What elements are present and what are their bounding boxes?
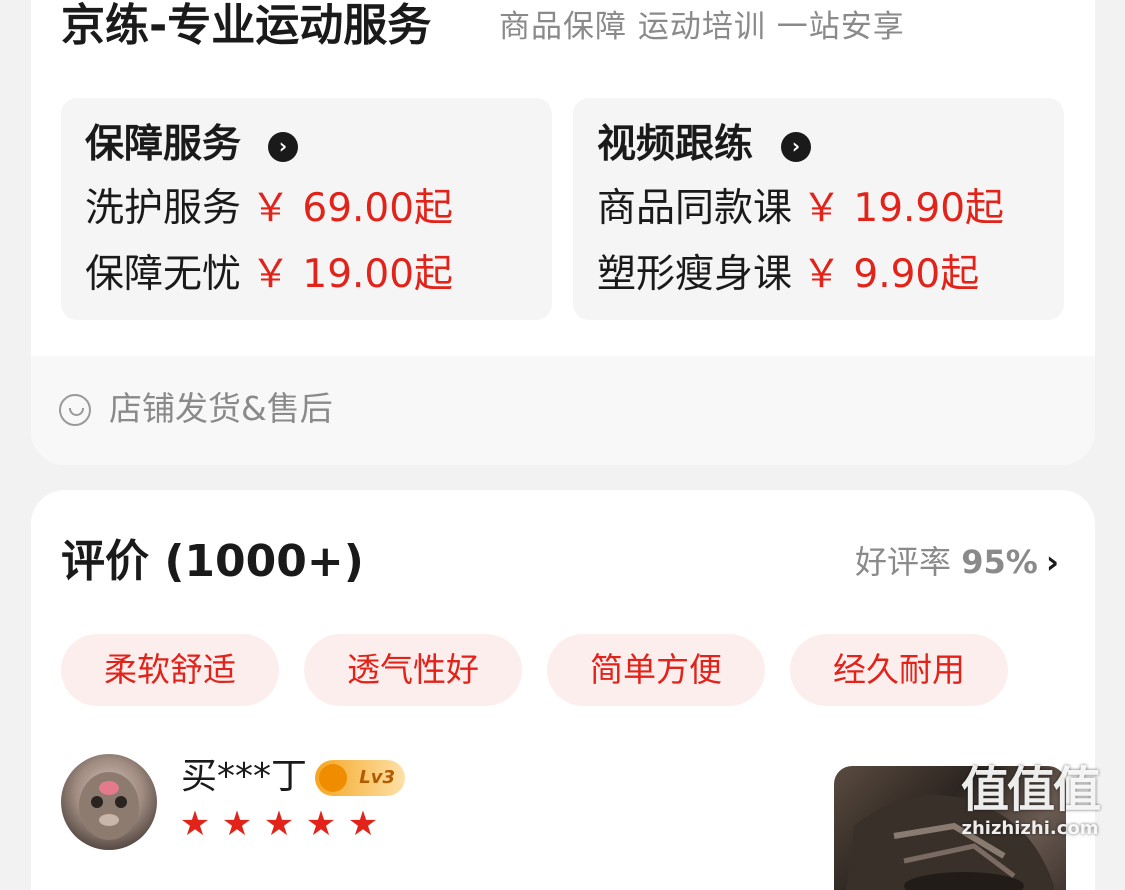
guarantee-title: 保障服务 — [85, 122, 242, 167]
star-icon: ★ — [347, 804, 379, 844]
site-watermark: 值值值 zhizhizhi.com — [940, 762, 1120, 850]
smile-icon — [59, 394, 91, 426]
video-item-price: ￥ 9.90起 — [802, 252, 980, 297]
store-shipping-note: 店铺发货&售后 — [109, 389, 333, 428]
guarantee-service-box[interactable]: 保障服务 › 洗护服务 ￥ 69.00起 保障无忧 ￥ 19.00起 — [61, 98, 552, 320]
star-icon: ★ — [179, 804, 211, 844]
positive-rate-label: 好评率 — [855, 543, 952, 581]
video-item-label: 塑形瘦身课 — [597, 252, 793, 297]
level-badge-label: Lv3 — [359, 767, 395, 788]
video-item[interactable]: 塑形瘦身课 ￥ 9.90起 — [597, 250, 979, 300]
level-badge: Lv3 — [315, 760, 405, 796]
store-shipping-strip[interactable]: 店铺发货&售后 — [31, 356, 1095, 465]
star-icon: ★ — [263, 804, 295, 844]
watermark-logo: 值值值 — [960, 762, 1101, 818]
service-title: 京练-专业运动服务 — [61, 0, 432, 51]
guarantee-item[interactable]: 洗护服务 ￥ 69.00起 — [85, 184, 453, 234]
service-card: 京练-专业运动服务 商品保障 运动培训 一站安享 保障服务 › 洗护服务 ￥ 69… — [31, 0, 1095, 465]
video-item-price: ￥ 19.90起 — [802, 186, 1005, 231]
reviewer-name: 买***丁 — [181, 756, 308, 797]
review-tag[interactable]: 柔软舒适 — [61, 634, 279, 706]
chevron-right-circle-icon[interactable]: › — [268, 132, 298, 162]
reviews-card: 评价 (1000+) 好评率 95% › 柔软舒适 透气性好 简单方便 经久耐用 … — [31, 490, 1095, 890]
guarantee-item-price: ￥ 19.00起 — [251, 252, 454, 297]
cowboy-hat-icon — [319, 764, 347, 792]
chevron-right-circle-icon[interactable]: › — [781, 132, 811, 162]
chevron-right-icon: › — [1045, 543, 1059, 581]
reviews-title: 评价 (1000+) — [61, 536, 364, 587]
video-title: 视频跟练 — [597, 122, 754, 167]
watermark-domain: zhizhizhi.com — [961, 818, 1099, 839]
review-tag[interactable]: 经久耐用 — [790, 634, 1008, 706]
star-icon: ★ — [305, 804, 337, 844]
guarantee-item[interactable]: 保障无忧 ￥ 19.00起 — [85, 250, 453, 300]
guarantee-item-label: 洗护服务 — [85, 186, 242, 231]
video-item-label: 商品同款课 — [597, 186, 793, 231]
avatar[interactable] — [61, 754, 157, 850]
video-item[interactable]: 商品同款课 ￥ 19.90起 — [597, 184, 1004, 234]
star-icon: ★ — [221, 804, 253, 844]
positive-rate-value: 95% — [961, 543, 1038, 581]
guarantee-item-label: 保障无忧 — [85, 252, 242, 297]
positive-rate-link[interactable]: 好评率 95% › — [855, 540, 1059, 584]
guarantee-item-price: ￥ 69.00起 — [251, 186, 454, 231]
video-training-box[interactable]: 视频跟练 › 商品同款课 ￥ 19.90起 塑形瘦身课 ￥ 9.90起 — [573, 98, 1064, 320]
review-tag[interactable]: 透气性好 — [304, 634, 522, 706]
service-subtitle: 商品保障 运动培训 一站安享 — [499, 9, 905, 45]
review-tag[interactable]: 简单方便 — [547, 634, 765, 706]
